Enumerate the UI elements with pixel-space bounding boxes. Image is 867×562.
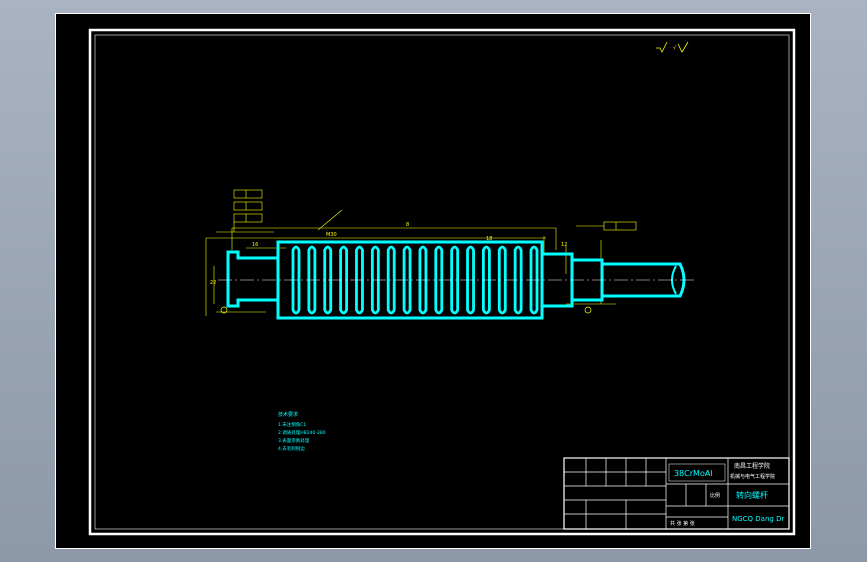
note-2: 2.调质处理HB240-280 (278, 429, 326, 436)
svg-text:√: √ (673, 45, 677, 51)
datum-mark-right (584, 306, 592, 314)
scale-label: 比例 (710, 492, 720, 499)
note-4: 4.去毛刺锐边 (278, 445, 305, 452)
part-name: 转向螺杆 (736, 490, 768, 500)
institution-line1: 南昌工程学院 (734, 462, 770, 470)
dim-thread: M30 (326, 232, 337, 238)
dim-right2: 12 (561, 242, 567, 248)
institution-line2: 机械与电气工程学院 (730, 473, 775, 480)
note-1: 1.未注倒角C1 (278, 421, 306, 428)
note-3: 3.表面渗氮处理 (278, 437, 310, 444)
material-text: 38CrMoAl (674, 469, 713, 478)
gdt-frames (216, 189, 637, 233)
sheet-label: 共 张 第 张 (670, 520, 695, 527)
notes-heading: 技术要求 (278, 411, 298, 418)
engineering-drawing: √ 8 16 22 M30 18 12 技术要求 1.未注倒角C1 2.调质处理… (88, 28, 796, 536)
dim-overall-length: 8 (406, 222, 409, 228)
dim-diameter: 22 (210, 280, 216, 286)
dim-left: 16 (252, 242, 258, 248)
drawing-code: NGCQ Dang Dr (732, 515, 784, 523)
roughness-symbol: √ (656, 41, 689, 53)
technical-notes: 技术要求 1.未注倒角C1 2.调质处理HB240-280 3.表面渗氮处理 4… (278, 411, 326, 452)
cad-viewport[interactable]: √ 8 16 22 M30 18 12 技术要求 1.未注倒角C1 2.调质处理… (55, 13, 811, 549)
